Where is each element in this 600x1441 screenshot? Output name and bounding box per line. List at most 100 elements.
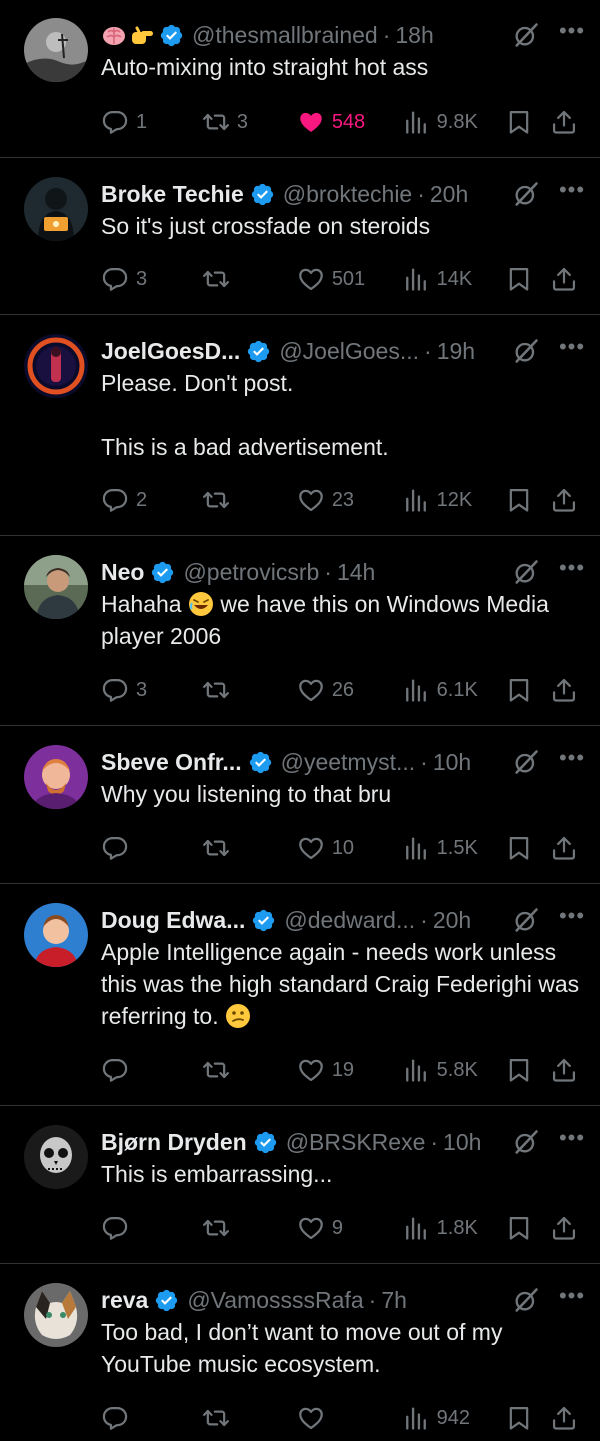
- grok-icon[interactable]: [512, 337, 540, 365]
- post[interactable]: Bjørn Dryden @BRSKRexe · 10h ••• This is…: [0, 1106, 600, 1264]
- bookmark-button[interactable]: [505, 676, 551, 704]
- more-options-icon[interactable]: •••: [558, 177, 586, 203]
- handle[interactable]: @thesmallbrained: [192, 22, 378, 49]
- timestamp[interactable]: 10h: [443, 1129, 481, 1156]
- post[interactable]: JoelGoesD... @JoelGoes... · 19h ••• Plea…: [0, 315, 600, 536]
- bookmark-button[interactable]: [505, 108, 551, 136]
- more-options-icon[interactable]: •••: [558, 334, 586, 360]
- post[interactable]: Sbeve Onfr... @yeetmyst... · 10h ••• Why…: [0, 726, 600, 884]
- like-button[interactable]: 501: [297, 265, 402, 293]
- grok-icon[interactable]: [512, 21, 540, 49]
- share-button[interactable]: [550, 1214, 578, 1242]
- avatar[interactable]: [24, 1283, 88, 1347]
- views-button[interactable]: 5.8K: [402, 1056, 505, 1084]
- reply-button[interactable]: [101, 1404, 202, 1432]
- repost-button[interactable]: 3: [202, 108, 297, 136]
- more-options-icon[interactable]: •••: [558, 18, 586, 44]
- repost-button[interactable]: [202, 834, 297, 862]
- avatar[interactable]: [24, 745, 88, 809]
- post[interactable]: Broke Techie @broktechie · 20h ••• So it…: [0, 158, 600, 315]
- handle[interactable]: @petrovicsrb: [183, 559, 319, 586]
- grok-icon[interactable]: [512, 180, 540, 208]
- reply-button[interactable]: 3: [101, 676, 202, 704]
- like-button[interactable]: 548: [297, 108, 402, 136]
- bookmark-button[interactable]: [505, 1404, 551, 1432]
- avatar[interactable]: [24, 1125, 88, 1189]
- post[interactable]: @thesmallbrained · 18h ••• Auto-mixing i…: [0, 0, 600, 158]
- bookmark-button[interactable]: [505, 486, 551, 514]
- handle[interactable]: @broktechie: [283, 181, 412, 208]
- post[interactable]: Doug Edwa... @dedward... · 20h ••• Apple…: [0, 884, 600, 1106]
- views-button[interactable]: 9.8K: [402, 108, 505, 136]
- share-button[interactable]: [550, 676, 578, 704]
- like-button[interactable]: [297, 1404, 402, 1432]
- reply-button[interactable]: 1: [101, 108, 202, 136]
- reply-button[interactable]: [101, 1056, 202, 1084]
- repost-button[interactable]: [202, 1214, 297, 1242]
- timestamp[interactable]: 20h: [433, 907, 471, 934]
- display-name[interactable]: Doug Edwa...: [101, 907, 245, 934]
- handle[interactable]: @yeetmyst...: [281, 749, 416, 776]
- like-button[interactable]: 26: [297, 676, 402, 704]
- repost-button[interactable]: [202, 1056, 297, 1084]
- grok-icon[interactable]: [512, 906, 540, 934]
- handle[interactable]: @JoelGoes...: [279, 338, 419, 365]
- views-button[interactable]: 6.1K: [402, 676, 505, 704]
- reply-button[interactable]: 3: [101, 265, 202, 293]
- grok-icon[interactable]: [512, 1128, 540, 1156]
- avatar[interactable]: [24, 334, 88, 398]
- repost-button[interactable]: [202, 676, 297, 704]
- bookmark-button[interactable]: [505, 1214, 551, 1242]
- views-button[interactable]: 1.8K: [402, 1214, 505, 1242]
- share-button[interactable]: [550, 834, 578, 862]
- post[interactable]: reva @VamossssRafa · 7h ••• Too bad, I d…: [0, 1264, 600, 1441]
- display-name[interactable]: Sbeve Onfr...: [101, 749, 242, 776]
- display-name[interactable]: JoelGoesD...: [101, 338, 240, 365]
- avatar[interactable]: [24, 555, 88, 619]
- like-button[interactable]: 10: [297, 834, 402, 862]
- grok-icon[interactable]: [512, 1286, 540, 1314]
- more-options-icon[interactable]: •••: [558, 1125, 586, 1151]
- like-button[interactable]: 19: [297, 1056, 402, 1084]
- views-button[interactable]: 14K: [402, 265, 505, 293]
- more-options-icon[interactable]: •••: [558, 903, 586, 929]
- like-button[interactable]: 9: [297, 1214, 402, 1242]
- share-button[interactable]: [550, 108, 578, 136]
- views-button[interactable]: 1.5K: [402, 834, 505, 862]
- repost-button[interactable]: [202, 1404, 297, 1432]
- display-name[interactable]: Bjørn Dryden: [101, 1129, 247, 1156]
- share-button[interactable]: [550, 265, 578, 293]
- display-name[interactable]: Neo: [101, 559, 144, 586]
- display-name[interactable]: reva: [101, 1287, 148, 1314]
- timestamp[interactable]: 14h: [337, 559, 375, 586]
- more-options-icon[interactable]: •••: [558, 1283, 586, 1309]
- share-button[interactable]: [550, 1404, 578, 1432]
- views-button[interactable]: 942: [402, 1404, 505, 1432]
- timestamp[interactable]: 18h: [395, 22, 433, 49]
- more-options-icon[interactable]: •••: [558, 745, 586, 771]
- views-button[interactable]: 12K: [402, 486, 505, 514]
- more-options-icon[interactable]: •••: [558, 555, 586, 581]
- share-button[interactable]: [550, 1056, 578, 1084]
- repost-button[interactable]: [202, 486, 297, 514]
- timestamp[interactable]: 10h: [433, 749, 471, 776]
- handle[interactable]: @BRSKRexe: [286, 1129, 426, 1156]
- timestamp[interactable]: 19h: [437, 338, 475, 365]
- bookmark-button[interactable]: [505, 1056, 551, 1084]
- reply-button[interactable]: [101, 834, 202, 862]
- handle[interactable]: @VamossssRafa: [187, 1287, 363, 1314]
- post[interactable]: Neo @petrovicsrb · 14h ••• Hahaha we hav…: [0, 536, 600, 726]
- repost-button[interactable]: [202, 265, 297, 293]
- timestamp[interactable]: 20h: [430, 181, 468, 208]
- share-button[interactable]: [550, 486, 578, 514]
- reply-button[interactable]: [101, 1214, 202, 1242]
- grok-icon[interactable]: [512, 558, 540, 586]
- avatar[interactable]: [24, 18, 88, 82]
- reply-button[interactable]: 2: [101, 486, 202, 514]
- handle[interactable]: @dedward...: [284, 907, 415, 934]
- bookmark-button[interactable]: [505, 834, 551, 862]
- avatar[interactable]: [24, 903, 88, 967]
- grok-icon[interactable]: [512, 748, 540, 776]
- timestamp[interactable]: 7h: [381, 1287, 407, 1314]
- like-button[interactable]: 23: [297, 486, 402, 514]
